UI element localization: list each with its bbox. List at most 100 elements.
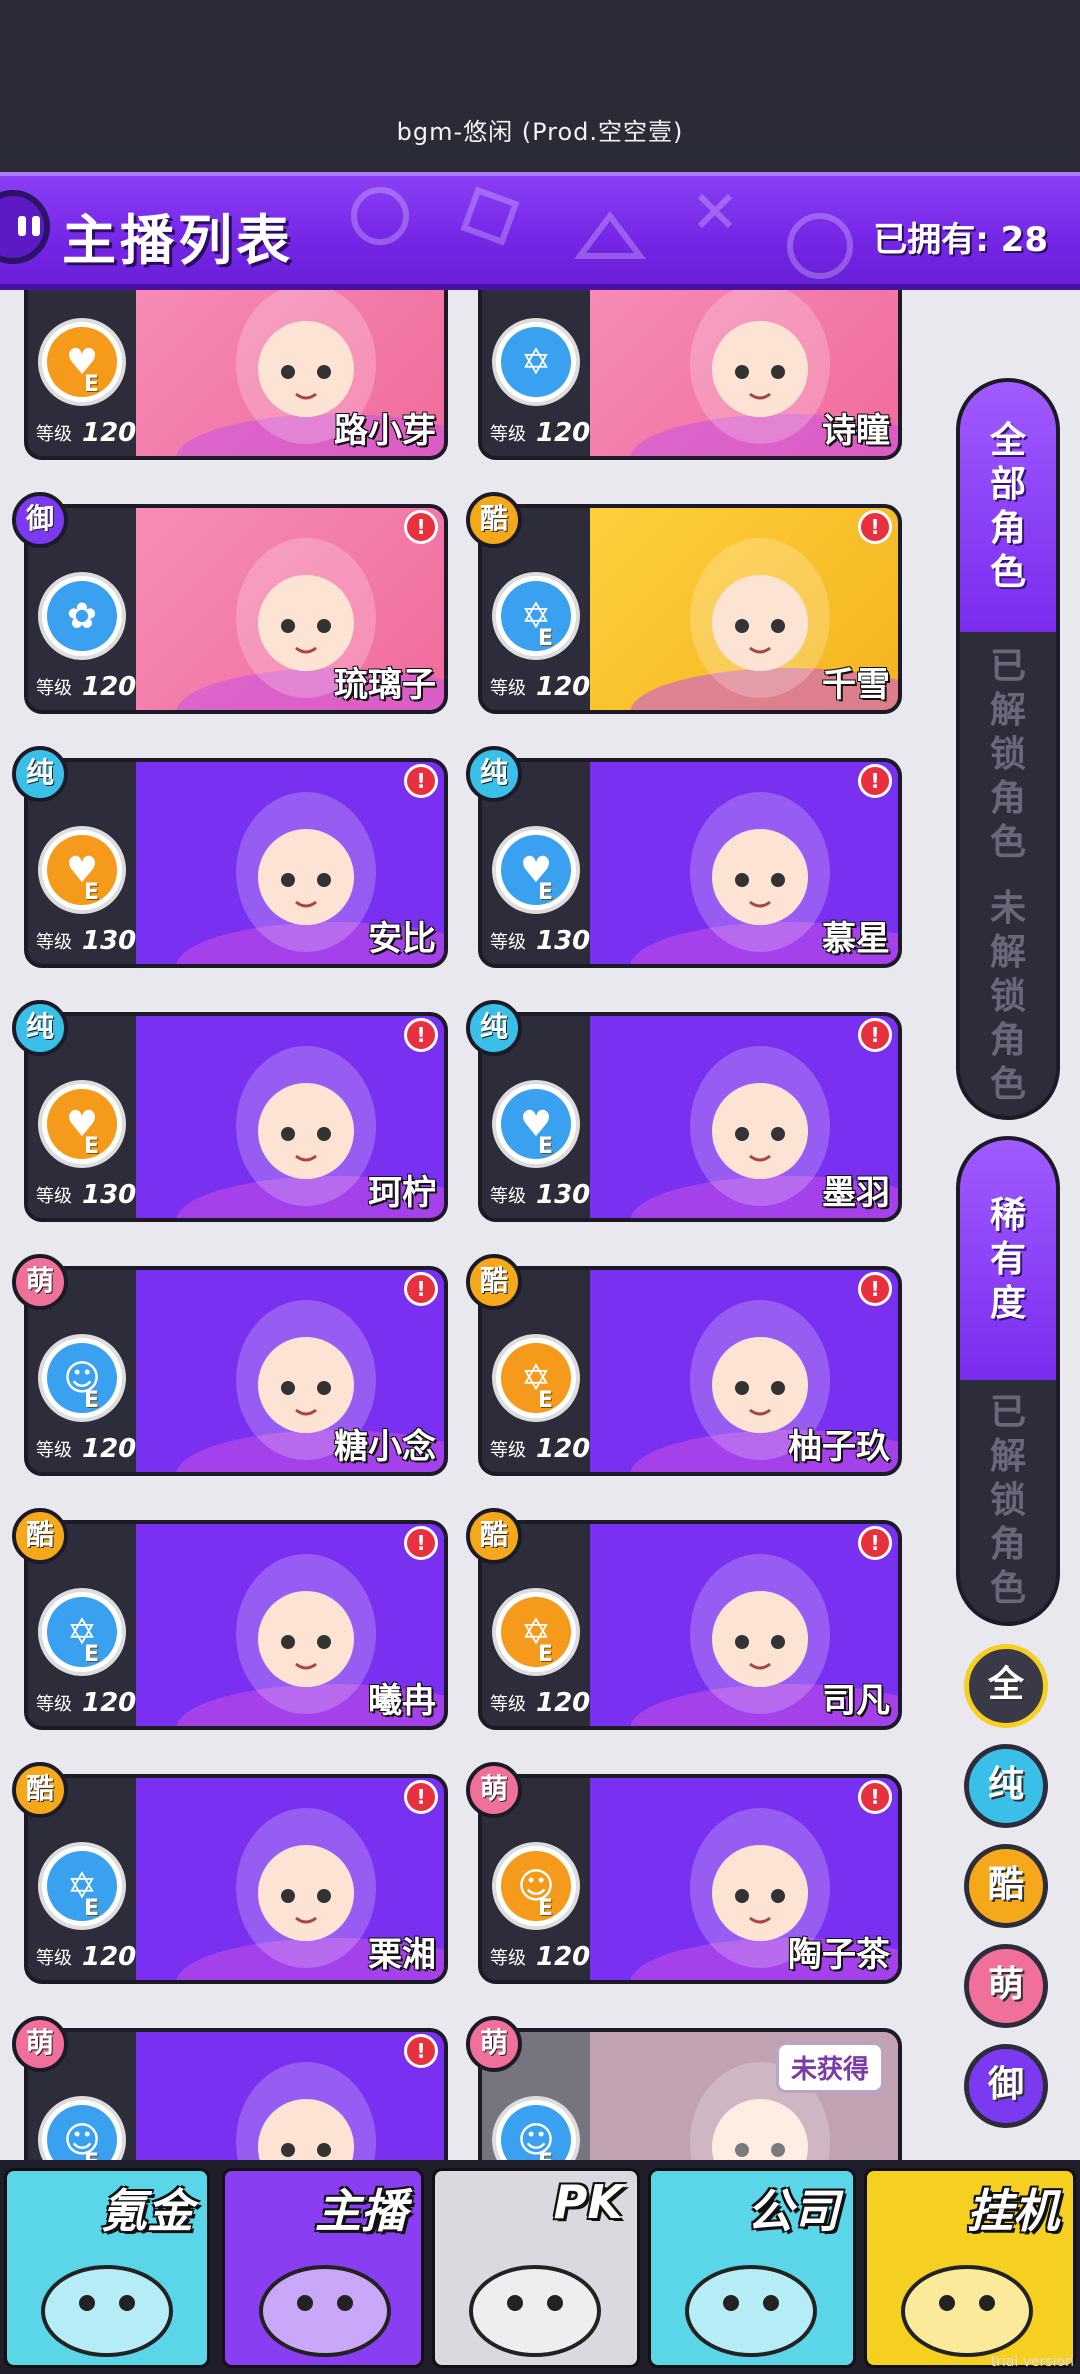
star-icon: ✡ (492, 572, 580, 660)
level-label: 等级 (36, 678, 72, 699)
heart-icon: ♥ (38, 318, 126, 406)
rarity-badge: 纯 (466, 1000, 522, 1056)
rarity-filter-button[interactable]: 酷 (964, 1844, 1048, 1928)
tier-badge: E (538, 1134, 554, 1159)
streamer-name: 栗湘 (368, 1935, 436, 1975)
page-title: 主播列表 (62, 209, 294, 272)
streamer-card[interactable]: ✡ E 等级 120 栗湘! (24, 1774, 448, 1984)
nav-item[interactable]: 公司 (648, 2168, 856, 2368)
streamer-name: 曦冉 (368, 1681, 436, 1721)
side-tab-label: 全部角色 (989, 420, 1026, 593)
rarity-badge: 酷 (466, 1254, 522, 1310)
cat-icon: ☺ (492, 1842, 580, 1930)
streamer-name: 安比 (368, 919, 436, 959)
alert-icon: ! (404, 1526, 438, 1560)
side-tab-label: 未解锁角色 (989, 888, 1026, 1105)
level-label: 等级 (36, 1186, 72, 1207)
streamer-card[interactable]: ☺E等级未获得 (478, 2028, 902, 2160)
tier-badge: E (84, 1134, 100, 1159)
nav-illustration-icon (901, 2265, 1033, 2357)
streamer-card[interactable]: ✡ E 等级 120 柚子玖! (478, 1266, 902, 1476)
streamer-name: 司凡 (822, 1681, 890, 1721)
streamer-card[interactable]: ✿ 等级 120 琉璃子! (24, 504, 448, 714)
streamer-name: 琉璃子 (334, 665, 436, 705)
tier-badge: E (538, 1896, 554, 1921)
side-tab[interactable]: 未解锁角色 (960, 878, 1056, 1116)
alert-icon: ! (404, 510, 438, 544)
nav-item-label: PK (553, 2175, 623, 2229)
not-obtained-badge: 未获得 (775, 2042, 884, 2093)
level-value: 120 (536, 1434, 591, 1464)
nav-illustration-icon (469, 2265, 601, 2357)
level-value: 130 (82, 1180, 137, 1210)
streamer-name: 墨羽 (822, 1173, 890, 1213)
rarity-badge: 酷 (466, 492, 522, 548)
rarity-badge: 酷 (12, 1508, 68, 1564)
level-value: 120 (536, 418, 591, 448)
rose-icon: ✿ (38, 572, 126, 660)
level-label: 等级 (490, 424, 526, 445)
level-label: 等级 (36, 932, 72, 953)
nav-item-label: 氪金 (101, 2184, 193, 2238)
character-portrait (136, 2032, 444, 2160)
alert-icon: ! (404, 1272, 438, 1306)
side-tab[interactable]: 已解锁角色 (960, 1380, 1056, 1622)
level-value: 120 (82, 672, 137, 702)
bgm-track-label: bgm-悠闲 (Prod.空空壹) (396, 118, 684, 146)
level-label: 等级 (490, 1186, 526, 1207)
side-tab[interactable]: 全部角色 (960, 382, 1056, 632)
rarity-filter-button[interactable]: 纯 (964, 1744, 1048, 1828)
streamer-card[interactable]: ♥ E 等级 130 墨羽! (478, 1012, 902, 1222)
streamer-card[interactable]: ☺E等级! (24, 2028, 448, 2160)
nav-item[interactable]: 挂机 (864, 2168, 1076, 2368)
pulse-icon: ♥ (38, 1080, 126, 1168)
nav-item-label: 挂机 (967, 2184, 1059, 2238)
bottom-nav: 氪金 主播 PK 公司 挂机 (0, 2160, 1080, 2374)
tier-badge: E (84, 880, 100, 905)
back-button[interactable] (0, 190, 50, 264)
streamer-card[interactable]: ☺ E 等级 120 糖小念! (24, 1266, 448, 1476)
star-icon: ✡ (492, 1588, 580, 1676)
alert-icon: ! (858, 764, 892, 798)
level-label: 等级 (490, 678, 526, 699)
rarity-badge: 纯 (12, 746, 68, 802)
nav-item[interactable]: 氪金 (4, 2168, 210, 2368)
level-label: 等级 (36, 424, 72, 445)
pulse-icon: ♥ (38, 826, 126, 914)
watermark: trial version (990, 2354, 1074, 2370)
alert-icon: ! (404, 1780, 438, 1814)
streamer-card[interactable]: ♥ E 等级 130 慕星! (478, 758, 902, 968)
nav-item[interactable]: 主播 (222, 2168, 424, 2368)
back-icon (18, 216, 26, 236)
streamer-card[interactable]: ♥ E 等级 130 安比! (24, 758, 448, 968)
top-bar: bgm-悠闲 (Prod.空空壹) (0, 0, 1080, 172)
streamer-name: 柚子玖 (788, 1427, 890, 1467)
streamer-card[interactable]: ✡ 等级 120 诗瞳 (478, 290, 902, 460)
rarity-filter-panel: 稀有度 已解锁角色 (956, 1136, 1060, 1626)
streamer-card[interactable]: ✡ E 等级 120 司凡! (478, 1520, 902, 1730)
streamer-card[interactable]: ✡ E 等级 120 千雪! (478, 504, 902, 714)
star-icon: ✡ (38, 1588, 126, 1676)
streamer-card[interactable]: ✡ E 等级 120 曦冉! (24, 1520, 448, 1730)
pulse-icon: ♥ (492, 1080, 580, 1168)
nav-item[interactable]: PK (432, 2168, 640, 2368)
rarity-badge: 纯 (12, 1000, 68, 1056)
cat-icon: ☺ (38, 1334, 126, 1422)
owned-count: 已拥有: 28 (873, 220, 1048, 260)
rarity-badge: 酷 (12, 1762, 68, 1818)
streamer-card[interactable]: ☺ E 等级 120 陶子茶! (478, 1774, 902, 1984)
level-value: 120 (536, 1942, 591, 1972)
side-tab[interactable]: 已解锁角色 (960, 632, 1056, 878)
star-icon: ✡ (492, 318, 580, 406)
rarity-filter-button[interactable]: 全 (964, 1644, 1048, 1728)
side-tab[interactable]: 稀有度 (960, 1140, 1056, 1380)
alert-icon: ! (858, 1272, 892, 1306)
streamer-card[interactable]: ♥ E 等级 120 路小芽 (24, 290, 448, 460)
streamer-card[interactable]: ♥ E 等级 130 珂柠! (24, 1012, 448, 1222)
star-icon: ✡ (38, 1842, 126, 1930)
page-header: 主播列表 已拥有: 28 (0, 172, 1080, 290)
rarity-filter-button[interactable]: 御 (964, 2044, 1048, 2128)
side-tab-label: 稀有度 (989, 1195, 1026, 1324)
rarity-filter-button[interactable]: 萌 (964, 1944, 1048, 2028)
streamer-grid[interactable]: ♥ E 等级 120 路小芽 ✡ 等级 120 诗瞳 ✿ 等级 120 琉璃子! 御 ✡ E 等级 120 千雪! 酷… (0, 290, 930, 2160)
